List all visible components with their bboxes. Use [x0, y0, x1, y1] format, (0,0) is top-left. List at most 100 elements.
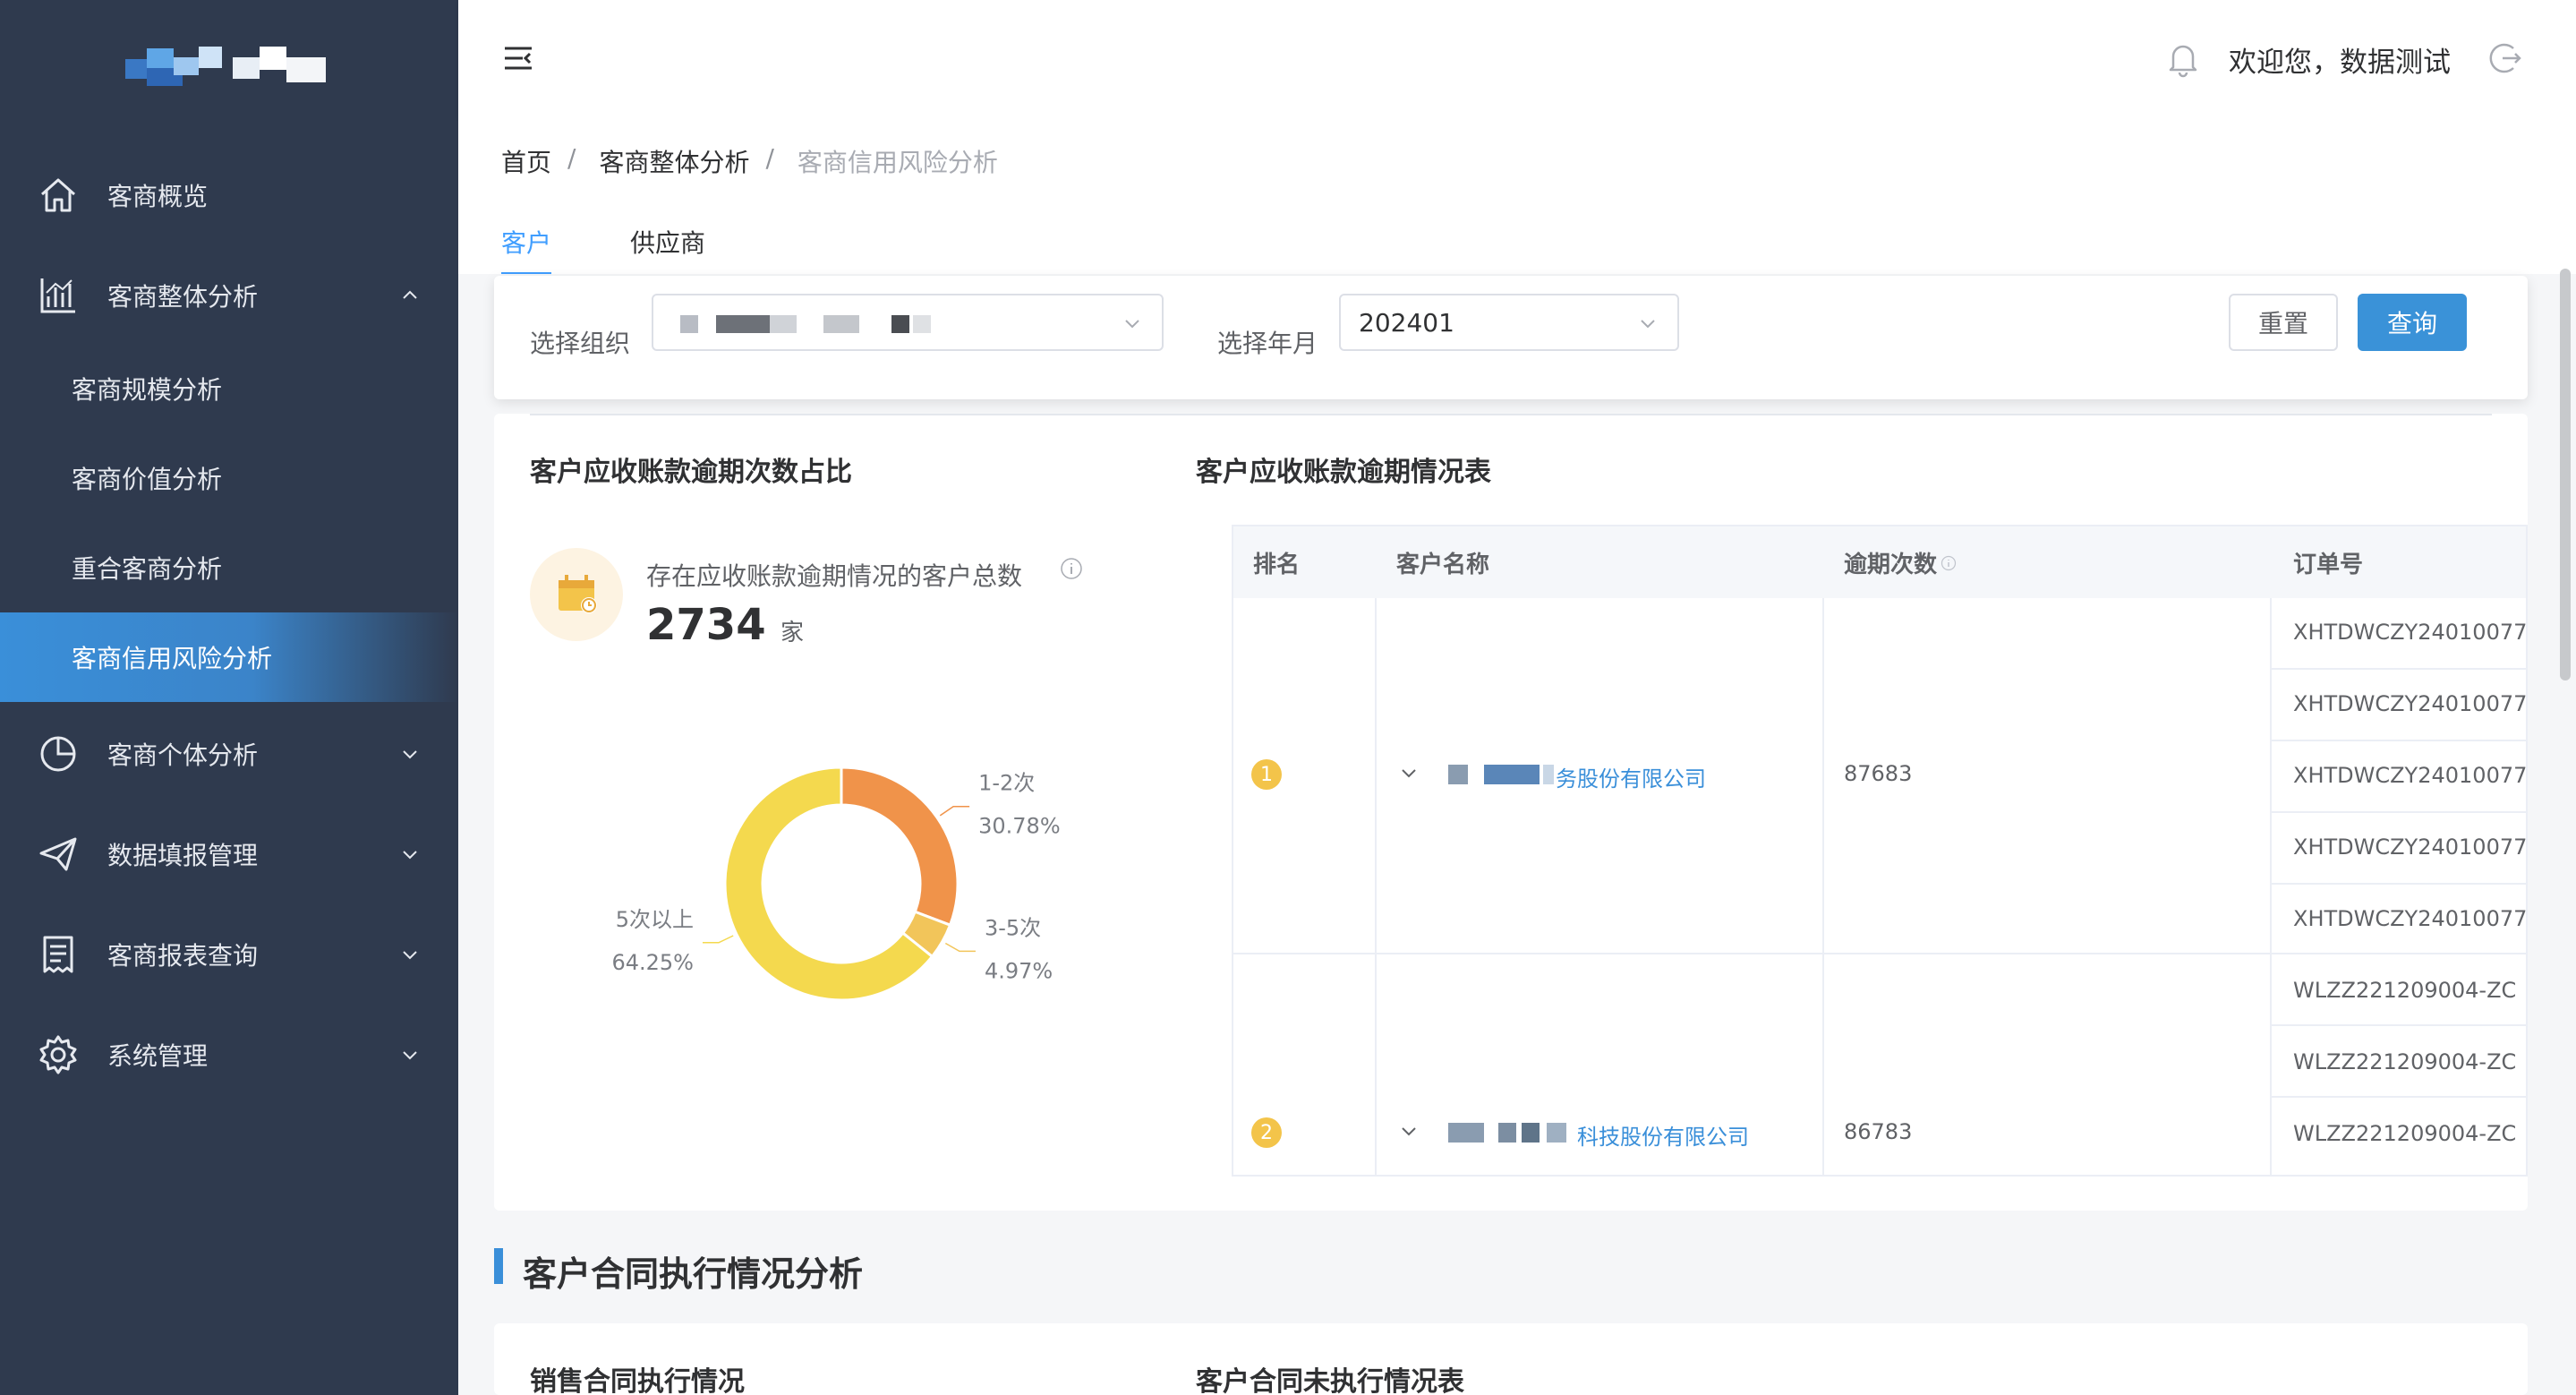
left-panel-title: 销售合同执行情况 — [530, 1366, 745, 1395]
send-icon — [39, 837, 77, 871]
customer-name-redacted — [1448, 765, 1468, 784]
menu-toggle-icon[interactable] — [503, 45, 533, 72]
order-number: XHTDWCZY240100770 — [2293, 620, 2528, 645]
chevron-down-icon — [403, 1051, 417, 1060]
sidebar-item-label: 客商报表查询 — [107, 941, 259, 971]
pie-chart-icon — [40, 736, 76, 772]
sidebar-item-label: 客商价值分析 — [72, 465, 223, 494]
column-divider — [1375, 598, 1377, 1175]
scrollbar[interactable] — [2560, 269, 2571, 680]
sidebar-item-individual-analysis[interactable]: 客商个体分析 — [0, 709, 458, 799]
sidebar-item-label: 客商规模分析 — [72, 375, 223, 405]
sidebar-item-label: 客商个体分析 — [107, 740, 259, 770]
sidebar-item-data-entry[interactable]: 数据填报管理 — [0, 809, 458, 899]
pie-panel-title: 客户应收账款逾期次数占比 — [530, 457, 852, 488]
month-select[interactable]: 202401 — [1339, 294, 1679, 351]
sidebar: 客商概览 客商整体分析 客商规模分析 客商价值分析 重合客商分析 客商信用风险分… — [0, 0, 458, 1395]
calendar-icon — [559, 575, 597, 613]
welcome-text: 欢迎您，数据测试 — [2229, 47, 2451, 79]
main-content: 首页 / 客商整体分析 / 客商信用风险分析 客户 供应商 选择组织 选择年月 … — [458, 116, 2576, 1395]
table-title: 客户应收账款逾期情况表 — [1196, 457, 1491, 488]
sidebar-item-report-query[interactable]: 客商报表查询 — [0, 910, 458, 999]
customer-name-link[interactable]: 科技股份有限公司 — [1577, 1119, 1749, 1151]
sidebar-item-scale-analysis[interactable]: 客商规模分析 — [0, 344, 458, 433]
overdue-donut-chart: 1-2次 30.78% 3-5次 4.97% 5次以上 64.25% — [611, 766, 1061, 1002]
breadcrumb-overall[interactable]: 客商整体分析 — [599, 143, 749, 179]
sidebar-item-value-analysis[interactable]: 客商价值分析 — [0, 433, 458, 523]
order-number: WLZZ221209004-ZC — [2293, 1121, 2517, 1146]
bell-icon[interactable] — [2166, 40, 2200, 78]
row-divider — [2270, 668, 2526, 670]
customer-name-link[interactable]: 务股份有限公司 — [1556, 761, 1706, 792]
breadcrumb: 首页 / 客商整体分析 / 客商信用风险分析 — [501, 143, 998, 179]
table-header: 排名 客户名称 逾期次数 订单号 — [1233, 526, 2526, 598]
logout-icon[interactable] — [2488, 41, 2522, 75]
info-icon[interactable] — [1941, 555, 1957, 571]
home-icon — [41, 178, 75, 212]
chevron-down-icon[interactable] — [1400, 1123, 1418, 1141]
chevron-down-icon[interactable] — [1400, 765, 1418, 783]
credit-risk-card: 客户应收账款逾期次数占比 存在应收账款逾期情况的客户总数 2734 家 1-2次… — [494, 414, 2528, 1211]
filter-bar: 选择组织 选择年月 202401 重置 查询 — [494, 276, 2528, 399]
chevron-down-icon — [1125, 320, 1139, 329]
chevron-down-icon — [1641, 320, 1655, 329]
info-icon[interactable] — [1060, 557, 1083, 580]
reset-button[interactable]: 重置 — [2229, 294, 2338, 351]
chevron-down-icon — [403, 750, 417, 759]
tab-customer[interactable]: 客户 — [501, 224, 552, 276]
sidebar-item-label: 系统管理 — [107, 1041, 209, 1071]
header-customer: 客户名称 — [1396, 552, 1490, 578]
section-accent-bar — [494, 1248, 503, 1284]
month-value: 202401 — [1359, 308, 1454, 338]
sidebar-item-overview[interactable]: 客商概览 — [0, 150, 458, 240]
tab-supplier[interactable]: 供应商 — [630, 224, 705, 272]
rank-badge: 2 — [1251, 1117, 1282, 1148]
stat-label: 存在应收账款逾期情况的客户总数 — [646, 561, 1023, 591]
right-panel-title: 客户合同未执行情况表 — [1196, 1366, 1464, 1395]
donut-leader-line — [702, 935, 734, 944]
org-select[interactable] — [652, 294, 1164, 351]
order-number: XHTDWCZY240100770 — [2293, 691, 2528, 716]
breadcrumb-home[interactable]: 首页 — [501, 143, 551, 179]
month-label: 选择年月 — [1217, 329, 1318, 358]
divider — [530, 414, 2492, 415]
bar-chart-icon — [40, 278, 75, 313]
overdue-count: 87683 — [1844, 761, 1913, 786]
sidebar-item-overall-analysis[interactable]: 客商整体分析 — [0, 251, 458, 340]
chevron-up-icon — [403, 290, 417, 299]
stat-unit: 家 — [780, 620, 805, 646]
row-divider — [2270, 883, 2526, 885]
order-number: XHTDWCZY240100770 — [2293, 906, 2528, 931]
donut-leader-line — [939, 805, 970, 817]
donut-value-label: 30.78% — [978, 814, 1061, 839]
chevron-down-icon — [403, 951, 417, 960]
donut-leader-line — [944, 942, 976, 953]
header-rank: 排名 — [1253, 552, 1301, 578]
column-divider — [2270, 598, 2272, 1175]
donut-label: 1-2次 — [978, 771, 1035, 796]
query-button[interactable]: 查询 — [2358, 294, 2467, 351]
overdue-count: 86783 — [1844, 1119, 1913, 1144]
donut-label: 5次以上 — [616, 907, 694, 932]
sidebar-item-overlap-analysis[interactable]: 重合客商分析 — [0, 523, 458, 612]
sidebar-item-label: 数据填报管理 — [107, 841, 259, 870]
donut-value-label: 4.97% — [985, 958, 1053, 983]
logo — [125, 41, 340, 97]
sidebar-item-label: 客商概览 — [107, 182, 209, 211]
breadcrumb-current: 客商信用风险分析 — [797, 148, 998, 177]
section-title: 客户合同执行情况分析 — [523, 1254, 864, 1294]
customer-name-redacted — [1448, 1123, 1484, 1143]
order-number: XHTDWCZY240100770 — [2293, 834, 2528, 860]
breadcrumb-separator: / — [765, 143, 774, 173]
row-divider — [2270, 811, 2526, 813]
org-label: 选择组织 — [530, 329, 631, 358]
donut-value-label: 64.25% — [611, 950, 694, 975]
sidebar-item-credit-risk[interactable]: 客商信用风险分析 — [0, 612, 458, 702]
column-divider — [1822, 598, 1824, 1175]
order-number: WLZZ221209004-ZC — [2293, 1049, 2517, 1074]
sidebar-item-label: 客商信用风险分析 — [72, 644, 273, 673]
sidebar-item-system[interactable]: 系统管理 — [0, 1010, 458, 1100]
donut-slice[interactable] — [840, 766, 960, 928]
top-header: 欢迎您，数据测试 — [458, 0, 2576, 116]
donut-label: 3-5次 — [985, 915, 1041, 940]
